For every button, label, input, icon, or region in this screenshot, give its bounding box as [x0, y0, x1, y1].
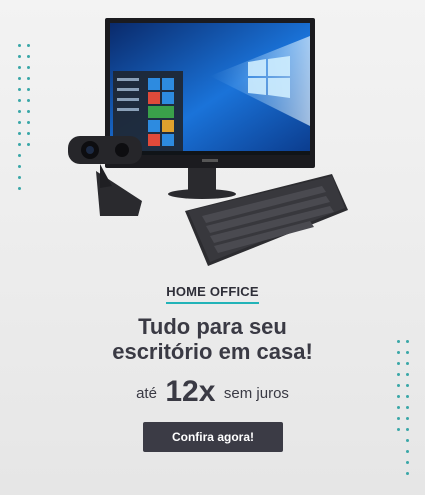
product-image[interactable]	[60, 16, 350, 271]
category-text: HOME OFFICE	[166, 284, 259, 304]
headline: Tudo para seu escritório em casa!	[0, 314, 425, 364]
headline-line-2: escritório em casa!	[112, 339, 313, 364]
category-label: HOME OFFICE	[0, 284, 425, 304]
monitor-icon	[105, 18, 315, 199]
installments-suffix: sem juros	[223, 385, 289, 402]
headline-line-1: Tudo para seu	[138, 314, 287, 339]
promo-banner[interactable]: HOME OFFICE Tudo para seu escritório em …	[0, 0, 425, 495]
webcam-icon	[68, 136, 142, 216]
installments-prefix: até	[136, 385, 157, 402]
installments-offer: até 12x sem juros	[0, 372, 425, 408]
decorative-dots-left	[18, 44, 30, 198]
cta-button[interactable]: Confira agora!	[143, 422, 283, 452]
installments-value: 12x	[165, 375, 216, 408]
